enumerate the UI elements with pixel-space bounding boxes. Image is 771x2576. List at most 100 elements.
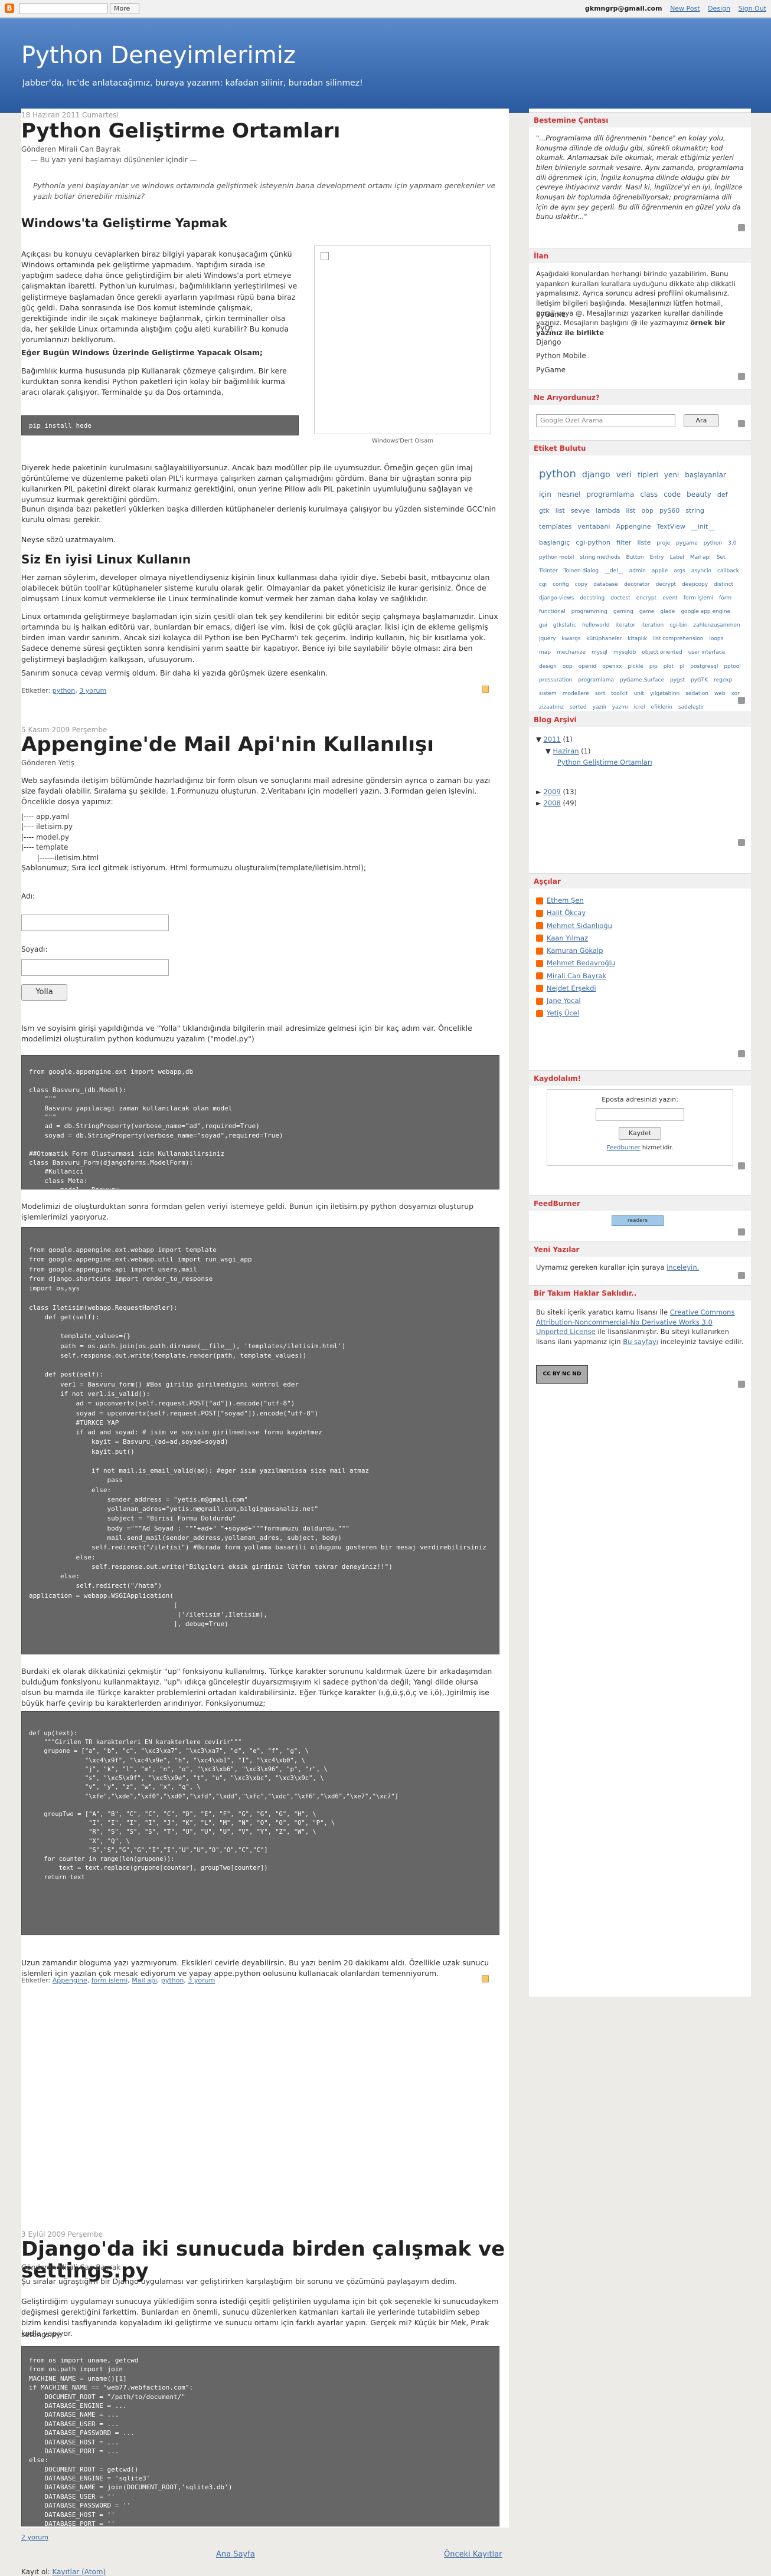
tag-link[interactable]: map [539, 648, 551, 658]
feedburner-link[interactable]: Feedburner [607, 1145, 641, 1151]
search-button[interactable]: Ara [684, 414, 719, 427]
archive-year-link[interactable]: 2011 [544, 735, 561, 743]
tag-link[interactable]: pl [679, 662, 684, 672]
atom-feed-link[interactable]: Kayıtlar (Atom) [53, 2568, 106, 2576]
author-item[interactable]: Yetiş Ücel [536, 1007, 744, 1020]
archive-month[interactable]: ▼ Haziran (1) [536, 746, 744, 758]
tag-link[interactable]: Appengine [616, 521, 651, 533]
tag-link[interactable]: openid [579, 662, 597, 672]
tag-link[interactable]: kitaplık [628, 634, 647, 644]
tag-link[interactable]: filter [616, 537, 632, 549]
author-item[interactable]: Mehmet Sidanlıoğu [536, 920, 744, 932]
tag-link[interactable]: object oriented [642, 648, 682, 658]
tag-link[interactable]: iteration [641, 621, 664, 631]
tag-link[interactable]: Tkinter [539, 566, 558, 576]
tag-link[interactable]: design [539, 662, 557, 672]
expand-down-icon[interactable]: ▼ [536, 735, 544, 743]
tag-link[interactable]: programlama [586, 488, 634, 502]
archive-post[interactable]: Python Geliştirme Ortamları [536, 757, 744, 769]
tag-link[interactable]: web [714, 689, 726, 699]
tag-link[interactable]: user interface [688, 648, 726, 658]
tag-link[interactable]: cgi [539, 580, 547, 590]
tag-link[interactable]: Toinen dialog [564, 566, 599, 576]
tag-link[interactable]: tipleri [638, 468, 658, 482]
license-page-link[interactable]: Bu sayfayı [623, 1338, 658, 1346]
tag-link[interactable]: python mobil [539, 553, 574, 563]
gadget-edit-icon[interactable] [738, 839, 745, 846]
label-link[interactable]: Appengine [53, 1977, 87, 1984]
gadget-edit-icon[interactable] [738, 1381, 745, 1388]
tag-link[interactable]: için [539, 488, 551, 502]
tag-link[interactable]: beauty [687, 488, 711, 502]
author-item[interactable]: Kamuran Gökalp [536, 945, 744, 957]
comments-link[interactable]: 2 yorum [21, 2534, 48, 2541]
tag-link[interactable]: cgi-python [576, 537, 610, 549]
tag-link[interactable]: decorator [624, 580, 650, 590]
tag-link[interactable]: event [662, 594, 678, 604]
tag-link[interactable]: Button [626, 553, 644, 563]
tag-link[interactable]: oop [563, 662, 573, 672]
archive-month-link[interactable]: Haziran [553, 747, 579, 755]
tag-link[interactable]: zahlenzusammen [694, 621, 740, 631]
demo-surname-input[interactable] [21, 959, 169, 976]
tag-link[interactable]: gtkstatic [553, 621, 576, 631]
post-title[interactable]: Appengine'de Mail Api'nin Kullanılışı [21, 733, 434, 756]
tag-link[interactable]: veri [616, 467, 632, 483]
tag-link[interactable]: asyncio [691, 566, 711, 576]
tag-link[interactable]: kwargs [561, 634, 580, 644]
gadget-edit-icon[interactable] [738, 224, 745, 231]
tag-link[interactable]: google app engine [681, 607, 730, 617]
tag-link[interactable]: doctest [610, 594, 630, 604]
tag-link[interactable]: list [556, 505, 565, 517]
author-link[interactable]: Halit Ökcay [547, 909, 586, 917]
tag-link[interactable]: mysqldb [613, 648, 636, 658]
tag-link[interactable]: pip [649, 662, 658, 672]
tag-link[interactable]: glade [660, 607, 675, 617]
author-link[interactable]: Mirali Can Bayrak [547, 972, 606, 980]
archive-year[interactable]: ► 2009 (13) [536, 786, 744, 798]
tag-link[interactable]: başlangıç [539, 537, 570, 549]
author-item[interactable]: Jane Yocal [536, 995, 744, 1007]
tag-link[interactable]: liste [637, 537, 651, 549]
label-link[interactable]: Mail api [132, 1977, 157, 1984]
tag-link[interactable]: cgi-bin [669, 621, 687, 631]
gadget-edit-icon[interactable] [738, 420, 745, 427]
gadget-edit-icon[interactable] [738, 1162, 745, 1169]
feedburner-badge[interactable]: readers [612, 1215, 664, 1226]
tag-link[interactable]: yeni [664, 468, 679, 482]
tag-link[interactable]: mechanize [557, 648, 586, 658]
gadget-edit-icon[interactable] [738, 697, 745, 704]
tag-link[interactable]: list [626, 505, 635, 517]
custom-search-input[interactable]: Google Özel Arama [536, 414, 675, 427]
tag-link[interactable]: distinct [714, 580, 733, 590]
tag-link[interactable]: encrypt [636, 594, 656, 604]
expand-down-icon[interactable]: ▼ [545, 747, 553, 755]
navbar-search-input[interactable] [19, 3, 107, 14]
tag-link[interactable]: deepcopy [682, 580, 708, 590]
new-post-link[interactable]: New Post [670, 5, 700, 12]
tag-link[interactable]: sedation [685, 689, 708, 699]
tag-link[interactable]: openxx [602, 662, 622, 672]
more-dropdown[interactable]: More [110, 3, 139, 14]
tag-link[interactable]: nesnel [557, 488, 581, 502]
tag-link[interactable]: gui [539, 621, 547, 631]
tag-link[interactable]: pressuration [539, 676, 572, 686]
tag-link[interactable]: copy [575, 580, 588, 590]
tag-link[interactable]: string [685, 505, 704, 517]
author-link[interactable]: Mehmet Sidanlıoğu [547, 922, 612, 930]
comments-link[interactable]: 3 yorum [188, 1977, 215, 1984]
tag-link[interactable]: yılgatabinn [650, 689, 679, 699]
author-item[interactable]: Halit Ökcay [536, 907, 744, 919]
tag-link[interactable]: admin [629, 566, 646, 576]
tag-link[interactable]: database [593, 580, 618, 590]
archive-post-link[interactable]: Python Geliştirme Ortamları [557, 758, 652, 766]
label-link[interactable]: python [161, 1977, 184, 1984]
gadget-edit-icon[interactable] [738, 373, 745, 380]
label-link[interactable]: python [53, 687, 75, 694]
gadget-edit-icon[interactable] [738, 1228, 745, 1235]
tag-link[interactable]: Label [670, 553, 684, 563]
demo-submit-button[interactable]: Yolla [21, 984, 67, 1001]
gadget-edit-icon[interactable] [738, 1272, 745, 1279]
tag-link[interactable]: decrypt [656, 580, 676, 590]
tag-link[interactable]: templates [539, 521, 571, 533]
